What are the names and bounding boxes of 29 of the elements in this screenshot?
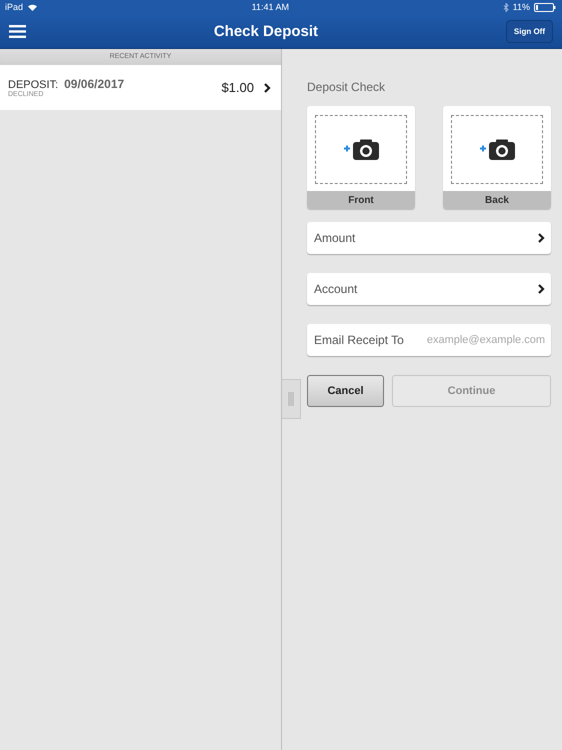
- section-title: Deposit Check: [307, 80, 386, 94]
- battery-icon: [534, 2, 556, 12]
- resize-handle[interactable]: [282, 379, 301, 419]
- field-label: Email Receipt To: [314, 333, 404, 347]
- activity-amount: $1.00: [221, 80, 254, 95]
- add-photo-icon: [342, 139, 380, 160]
- bluetooth-icon: [502, 2, 509, 12]
- sign-off-button[interactable]: Sign Off: [506, 20, 553, 42]
- grip-icon: [288, 392, 294, 406]
- check-photo-button[interactable]: Front: [307, 106, 415, 209]
- menu-icon: [9, 24, 26, 38]
- status-time: 11:41 AM: [252, 2, 289, 12]
- chevron-right-icon: [537, 232, 545, 244]
- cancel-button[interactable]: Cancel: [307, 375, 384, 407]
- activity-date: 09/06/2017: [64, 77, 124, 91]
- chevron-right-icon: [263, 82, 271, 94]
- field-label: Amount: [314, 231, 356, 245]
- chevron-right-icon: [537, 283, 545, 295]
- check-photo-button[interactable]: Back: [443, 106, 551, 209]
- battery-percentage: 11%: [512, 2, 530, 12]
- field-label: Account: [314, 282, 358, 296]
- page-title: Check Deposit: [214, 22, 318, 40]
- select-field[interactable]: Account: [307, 273, 551, 305]
- wifi-icon: [27, 3, 38, 11]
- carrier-label: iPad: [5, 2, 24, 12]
- activity-type: DEPOSIT:: [8, 79, 58, 91]
- select-field[interactable]: Amount: [307, 222, 551, 254]
- add-photo-icon: [478, 139, 516, 160]
- menu-button[interactable]: [9, 24, 26, 38]
